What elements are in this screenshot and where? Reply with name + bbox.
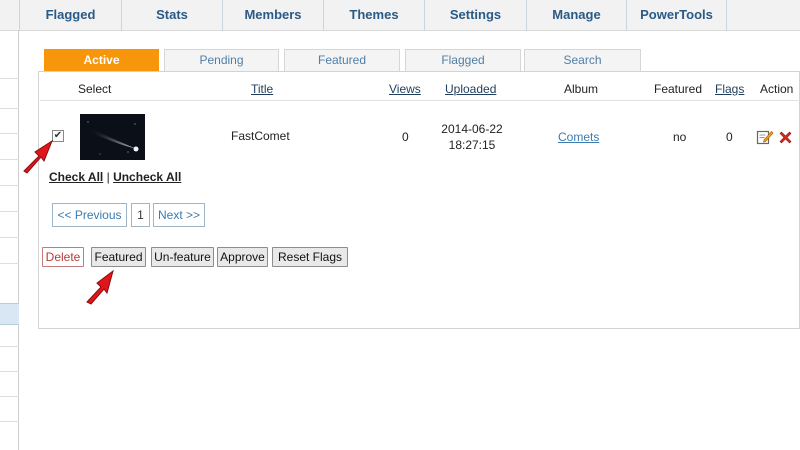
sidebar-divider [0,159,19,160]
red-arrow-icon [18,137,58,175]
sidebar-divider [0,371,19,372]
top-navigation: Flagged Stats Members Themes Settings Ma… [0,0,800,31]
nav-item-themes[interactable]: Themes [324,0,425,31]
media-panel: Select Title Views Uploaded Album Featur… [38,71,800,329]
column-header-album: Album [564,82,599,96]
sidebar-divider [0,78,19,79]
nav-item-powertools[interactable]: PowerTools [627,0,727,31]
sidebar [0,31,19,450]
uncheck-all-link[interactable]: Uncheck All [113,170,181,184]
nav-item-members[interactable]: Members [223,0,324,31]
media-uploaded-date: 2014-06-22 [441,122,503,136]
tab-flagged[interactable]: Flagged [405,49,521,71]
nav-item-stats[interactable]: Stats [122,0,223,31]
nav-item-manage[interactable]: Manage [527,0,627,31]
comet-thumbnail-image [80,114,145,160]
red-arrow-icon [82,266,120,306]
reset-flags-button[interactable]: Reset Flags [272,247,348,267]
sidebar-divider [0,108,19,109]
column-header-title[interactable]: Title [251,82,273,96]
delete-icon[interactable] [778,130,793,145]
unfeature-button[interactable]: Un-feature [151,247,214,267]
media-title: FastComet [231,129,290,143]
header-divider [40,100,800,101]
pagination-current-page[interactable]: 1 [131,203,150,227]
check-all-separator: | [106,170,110,184]
column-header-views[interactable]: Views [389,82,421,96]
nav-item-flagged[interactable]: Flagged [19,0,122,31]
media-thumbnail[interactable] [80,114,145,160]
column-header-uploaded[interactable]: Uploaded [445,82,496,96]
sidebar-divider [0,421,19,422]
edit-icon[interactable] [756,128,774,146]
pagination-next[interactable]: Next >> [153,203,205,227]
tab-pending[interactable]: Pending [164,49,279,71]
sidebar-divider [0,396,19,397]
sidebar-divider [0,211,19,212]
column-header-featured: Featured [654,82,703,96]
check-all-controls: Check All | Uncheck All [49,170,181,184]
column-header-flags[interactable]: Flags [715,82,744,96]
sidebar-item-selected[interactable] [0,303,19,325]
media-album-link[interactable]: Comets [558,130,599,144]
media-uploaded-time: 18:27:15 [448,138,496,152]
sidebar-divider [0,263,19,264]
media-views: 0 [402,130,409,144]
delete-button[interactable]: Delete [42,247,84,267]
sidebar-divider [0,185,19,186]
tab-search[interactable]: Search [524,49,641,71]
approve-button[interactable]: Approve [217,247,268,267]
tab-featured[interactable]: Featured [284,49,400,71]
pagination-previous[interactable]: << Previous [52,203,127,227]
featured-button[interactable]: Featured [91,247,146,267]
nav-item-settings[interactable]: Settings [425,0,527,31]
column-header-action: Action [760,82,794,96]
sidebar-divider [0,133,19,134]
sidebar-divider [0,237,19,238]
media-flags-count: 0 [726,130,733,144]
tab-active[interactable]: Active [44,49,159,71]
media-featured-status: no [673,130,687,144]
sidebar-divider [0,346,19,347]
column-header-select: Select [78,82,112,96]
